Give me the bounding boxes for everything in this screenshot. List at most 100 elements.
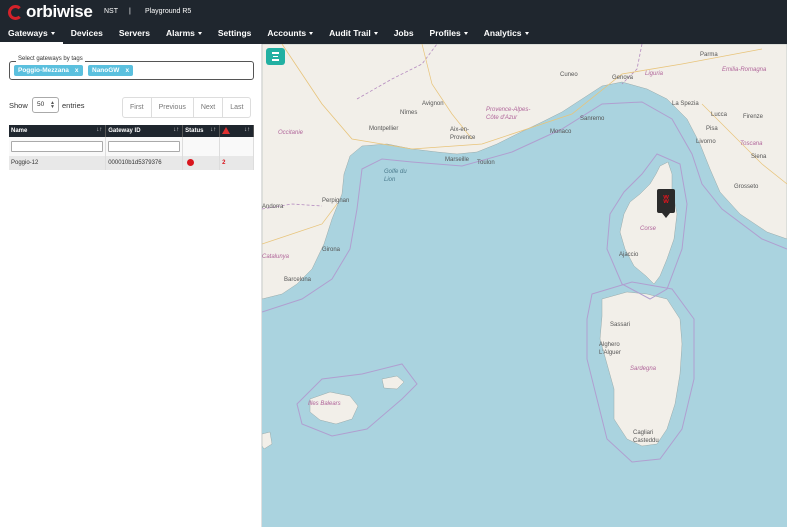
map-label: Parma (700, 52, 718, 58)
map-label: Toscana (740, 141, 763, 147)
map-label: Siena (751, 154, 767, 160)
tag-label: NanoGW (92, 67, 120, 74)
page-size-value: 50 (37, 101, 45, 108)
nav-profiles-label: Profiles (429, 28, 461, 38)
main-nav: Gateways Devices Servers Alarms Settings… (0, 25, 537, 44)
nav-servers-label: Servers (118, 28, 151, 38)
map-label: Grosseto (734, 184, 759, 190)
pager-previous[interactable]: Previous (152, 98, 194, 117)
mainland-coast (262, 44, 787, 300)
nav-settings[interactable]: Settings (210, 25, 260, 44)
menorca-island (381, 375, 405, 390)
pagination: First Previous Next Last (122, 97, 252, 118)
gateway-marker[interactable]: ʬ (657, 189, 675, 218)
map-label: Perpignan (322, 198, 350, 204)
nav-jobs-label: Jobs (393, 28, 414, 38)
gateway-id-filter-cell (105, 137, 184, 156)
toggle-panel-button[interactable] (266, 48, 285, 65)
nav-audit-trail-label: Audit Trail (329, 28, 371, 38)
gateway-id-filter-input[interactable] (108, 141, 181, 152)
nav-profiles[interactable]: Profiles (422, 25, 476, 44)
tag-filter-legend: Select gateways by tags (16, 56, 85, 62)
chevron-down-icon (309, 32, 314, 36)
map-label: Ajaccio (619, 252, 639, 258)
map-label: Catalunya (262, 254, 290, 260)
map-label: Emilia-Romagna (722, 67, 767, 73)
col-gateway-id-header[interactable]: Gateway ID ↓↑ (105, 125, 184, 137)
tag-chip: NanoGW x (88, 65, 134, 76)
alarm-warning-icon (222, 127, 231, 135)
chevron-down-icon (373, 32, 378, 36)
name-filter-input[interactable] (11, 141, 104, 152)
map-label: Alghero L'Alguer (599, 342, 621, 356)
page-size-select[interactable]: 50 ▲ ▼ (32, 97, 59, 113)
map-label: Pisa (706, 126, 718, 132)
nav-jobs[interactable]: Jobs (386, 25, 422, 44)
map-label: Sassari (610, 322, 631, 328)
brand-name: orbiwise (26, 2, 93, 21)
gateway-alarms[interactable]: 2 (219, 156, 254, 170)
sort-icon: ↓↑ (173, 127, 180, 133)
remove-tag-icon[interactable]: x (125, 67, 129, 74)
map-label: Aix-en- Provence (450, 127, 476, 141)
alarms-filter-cell (219, 137, 254, 156)
col-status-label: Status (185, 128, 204, 134)
map-label: Firenze (743, 114, 764, 120)
select-arrows-icon: ▲ ▼ (50, 100, 55, 110)
gateway-list-panel: Select gateways by tags Poggio-Mezzana x … (0, 44, 262, 527)
gateway-map[interactable]: Parma Emilia-Romagna Genova Liguria Cune… (262, 44, 787, 527)
orbiwise-logo[interactable]: orbiwise (8, 2, 93, 21)
nav-gateways-label: Gateways (8, 28, 48, 38)
map-label: Nîmes (400, 110, 418, 116)
map-label: Toulon (477, 160, 495, 166)
col-name-label: Name (11, 128, 28, 134)
map-label: Lucca (711, 112, 728, 118)
org-name: NST (104, 8, 118, 15)
pager-first[interactable]: First (123, 98, 152, 117)
gateways-table: Name ↓↑ Gateway ID ↓↑ Status ↓↑ ↓↑ Poggio-1… (9, 125, 254, 170)
chevron-down-icon (524, 32, 529, 36)
map-label: Illes Balears (308, 401, 341, 407)
col-status-header[interactable]: Status ↓↑ (182, 125, 221, 137)
nav-alarms[interactable]: Alarms (158, 25, 210, 44)
tag-label: Poggio-Mezzana (18, 67, 69, 74)
tag-chip: Poggio-Mezzana x (14, 65, 83, 76)
map-label: Marseille (445, 157, 470, 163)
nav-analytics[interactable]: Analytics (476, 25, 537, 44)
map-label: Montpellier (369, 126, 399, 132)
entries-label: entries (62, 101, 85, 110)
pager-next[interactable]: Next (194, 98, 224, 117)
map-label: Cagliari Casteddu (633, 430, 659, 444)
map-label: Barcelona (284, 277, 312, 283)
nav-alarms-label: Alarms (166, 28, 195, 38)
nav-accounts[interactable]: Accounts (259, 25, 321, 44)
col-name-header[interactable]: Name ↓↑ (9, 125, 107, 137)
map-label: Girona (322, 247, 341, 253)
map-label: Genova (612, 75, 634, 81)
account-name[interactable]: Playground R5 (145, 8, 191, 15)
table-row[interactable]: Poggio-12 000010b1d5379376 2 (9, 156, 254, 170)
nav-audit-trail[interactable]: Audit Trail (321, 25, 386, 44)
map-label: Andorra (262, 204, 284, 210)
gateway-alarm-icon: ʬ (663, 194, 669, 206)
map-label: Monaco (550, 129, 572, 135)
nav-devices[interactable]: Devices (63, 25, 111, 44)
col-gateway-id-label: Gateway ID (108, 128, 141, 134)
pager-last[interactable]: Last (223, 98, 250, 117)
alarm-count: 2 (222, 160, 226, 166)
map-label: Livorno (696, 139, 716, 145)
map-label: Cuneo (560, 72, 578, 78)
name-filter-cell (9, 137, 107, 156)
nav-gateways[interactable]: Gateways (0, 25, 63, 44)
nav-servers[interactable]: Servers (111, 25, 158, 44)
tag-filter[interactable]: Select gateways by tags Poggio-Mezzana x … (9, 56, 254, 80)
ibiza-island (262, 431, 273, 450)
gateway-name[interactable]: Poggio-12 (9, 156, 107, 170)
map-label: Avignon (422, 101, 444, 107)
remove-tag-icon[interactable]: x (75, 67, 79, 74)
top-navbar: orbiwise NST | Playground R5 Gateways De… (0, 0, 787, 44)
map-label: Liguria (645, 71, 664, 77)
col-alarms-header[interactable]: ↓↑ (219, 125, 254, 137)
map-label: Sardegna (630, 366, 657, 372)
header-separator: | (129, 8, 131, 15)
